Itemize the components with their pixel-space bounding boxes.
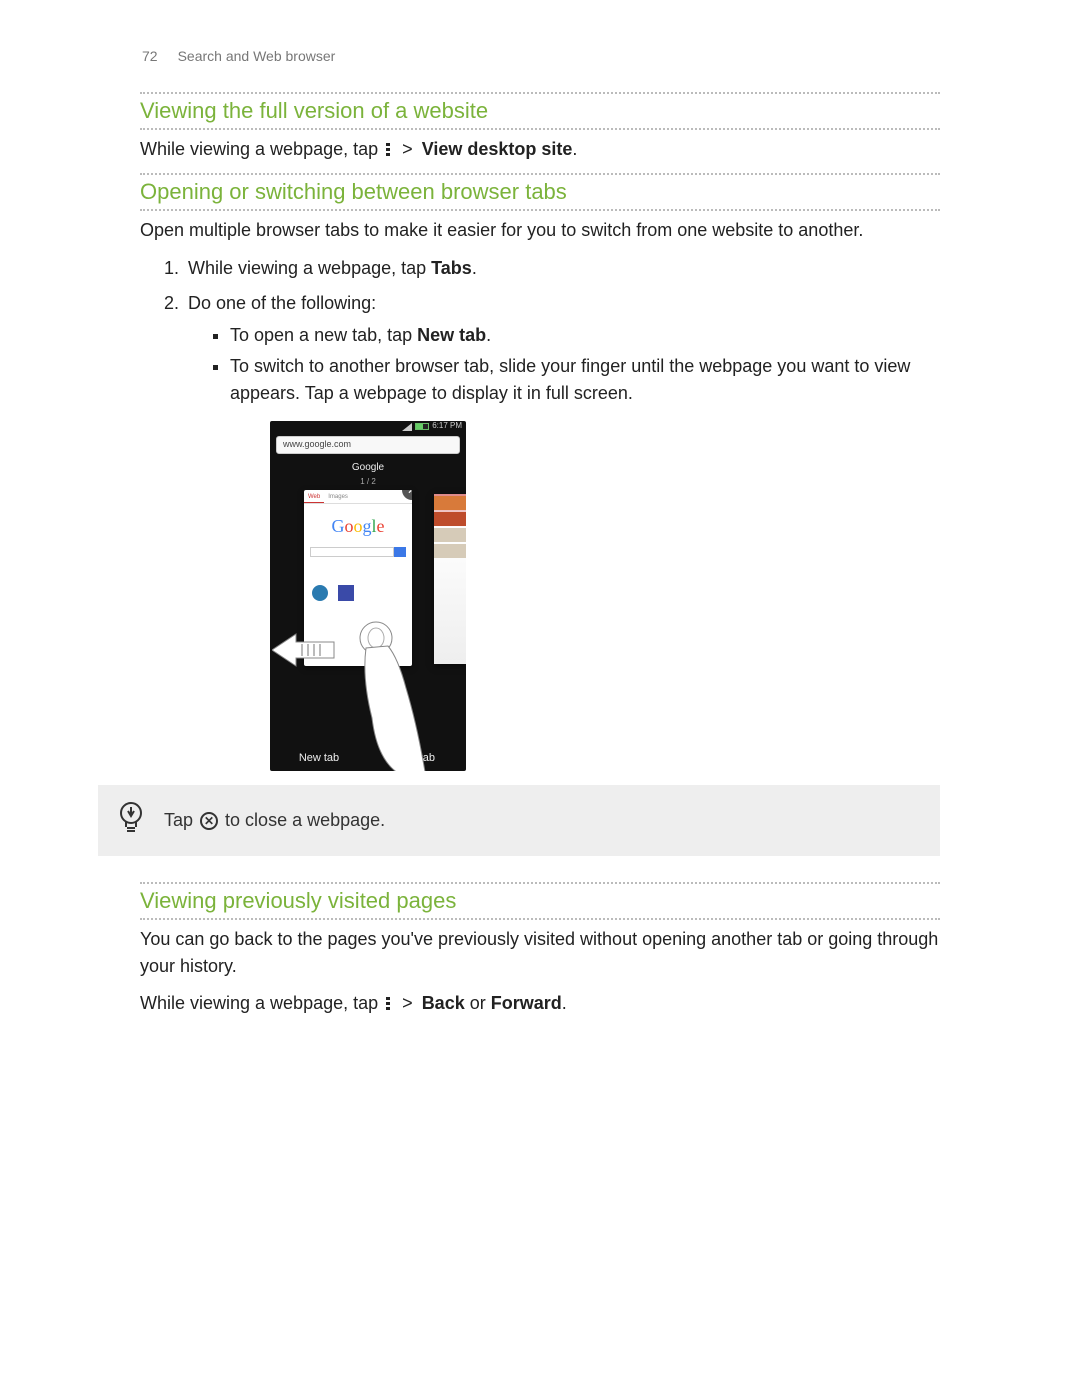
- text: While viewing a webpage, tap: [188, 258, 431, 278]
- separator: >: [402, 993, 418, 1013]
- list-item: Do one of the following: To open a new t…: [184, 289, 940, 771]
- close-circle-icon: ✕: [200, 812, 218, 830]
- divider: [140, 918, 940, 920]
- menu-option: New tab: [417, 325, 486, 345]
- text: to close a webpage.: [225, 810, 385, 830]
- tab-title: Google: [270, 460, 466, 476]
- tab-web: Web: [304, 490, 324, 503]
- text: .: [562, 993, 567, 1013]
- tab-counter: 1 / 2: [270, 476, 466, 489]
- list-item: To open a new tab, tap New tab.: [230, 322, 940, 349]
- finger-gesture-icon: [348, 618, 428, 770]
- text: or: [465, 993, 491, 1013]
- body-text: Open multiple browser tabs to make it ea…: [140, 217, 940, 244]
- divider: [140, 128, 940, 130]
- clock: 6:17 PM: [432, 421, 462, 433]
- chapter-title: Search and Web browser: [178, 48, 336, 64]
- url-bar: www.google.com: [276, 436, 460, 454]
- google-logo: Google: [304, 512, 412, 541]
- body-text: While viewing a webpage, tap > Back or F…: [140, 990, 940, 1017]
- lightbulb-icon: [118, 801, 144, 840]
- text: While viewing a webpage, tap: [140, 993, 378, 1013]
- menu-option: Tabs: [431, 258, 472, 278]
- tab-images: Images: [324, 490, 352, 503]
- tip-text: Tap ✕ to close a webpage.: [164, 810, 385, 831]
- overflow-menu-icon: [385, 996, 391, 1012]
- list-item: To switch to another browser tab, slide …: [230, 353, 940, 407]
- section-heading-tabs: Opening or switching between browser tab…: [140, 175, 940, 209]
- list-item: While viewing a webpage, tap Tabs.: [184, 254, 940, 283]
- numbered-list: While viewing a webpage, tap Tabs. Do on…: [176, 254, 940, 771]
- app-shortcuts: [312, 585, 404, 601]
- text: Tap: [164, 810, 198, 830]
- text: While viewing a webpage, tap: [140, 139, 378, 159]
- text: Do one of the following:: [188, 293, 376, 313]
- status-bar: 6:17 PM: [270, 421, 466, 433]
- divider: [140, 209, 940, 211]
- text: To open a new tab, tap: [230, 325, 417, 345]
- section-heading-previous-pages: Viewing previously visited pages: [140, 884, 940, 918]
- search-box: [310, 547, 406, 557]
- text: .: [486, 325, 491, 345]
- text: .: [572, 139, 577, 159]
- body-text: You can go back to the pages you've prev…: [140, 926, 940, 980]
- page-header: 72 Search and Web browser: [142, 48, 940, 64]
- overflow-menu-icon: [385, 142, 391, 158]
- bullet-list: To open a new tab, tap New tab. To switc…: [230, 322, 940, 407]
- phone-screenshot: 6:17 PM www.google.com Google 1 / 2 ✕ We…: [270, 421, 466, 771]
- menu-option: View desktop site: [422, 139, 573, 159]
- tip-callout: Tap ✕ to close a webpage.: [98, 785, 940, 856]
- menu-option: Back: [422, 993, 465, 1013]
- battery-icon: [415, 423, 429, 430]
- browser-tab-card-secondary: [434, 494, 466, 664]
- signal-icon: [402, 423, 412, 431]
- text: .: [472, 258, 477, 278]
- menu-option: Forward: [491, 993, 562, 1013]
- page-number: 72: [142, 48, 158, 64]
- separator: >: [402, 139, 418, 159]
- body-text: While viewing a webpage, tap > View desk…: [140, 136, 940, 163]
- section-heading-full-version: Viewing the full version of a website: [140, 94, 940, 128]
